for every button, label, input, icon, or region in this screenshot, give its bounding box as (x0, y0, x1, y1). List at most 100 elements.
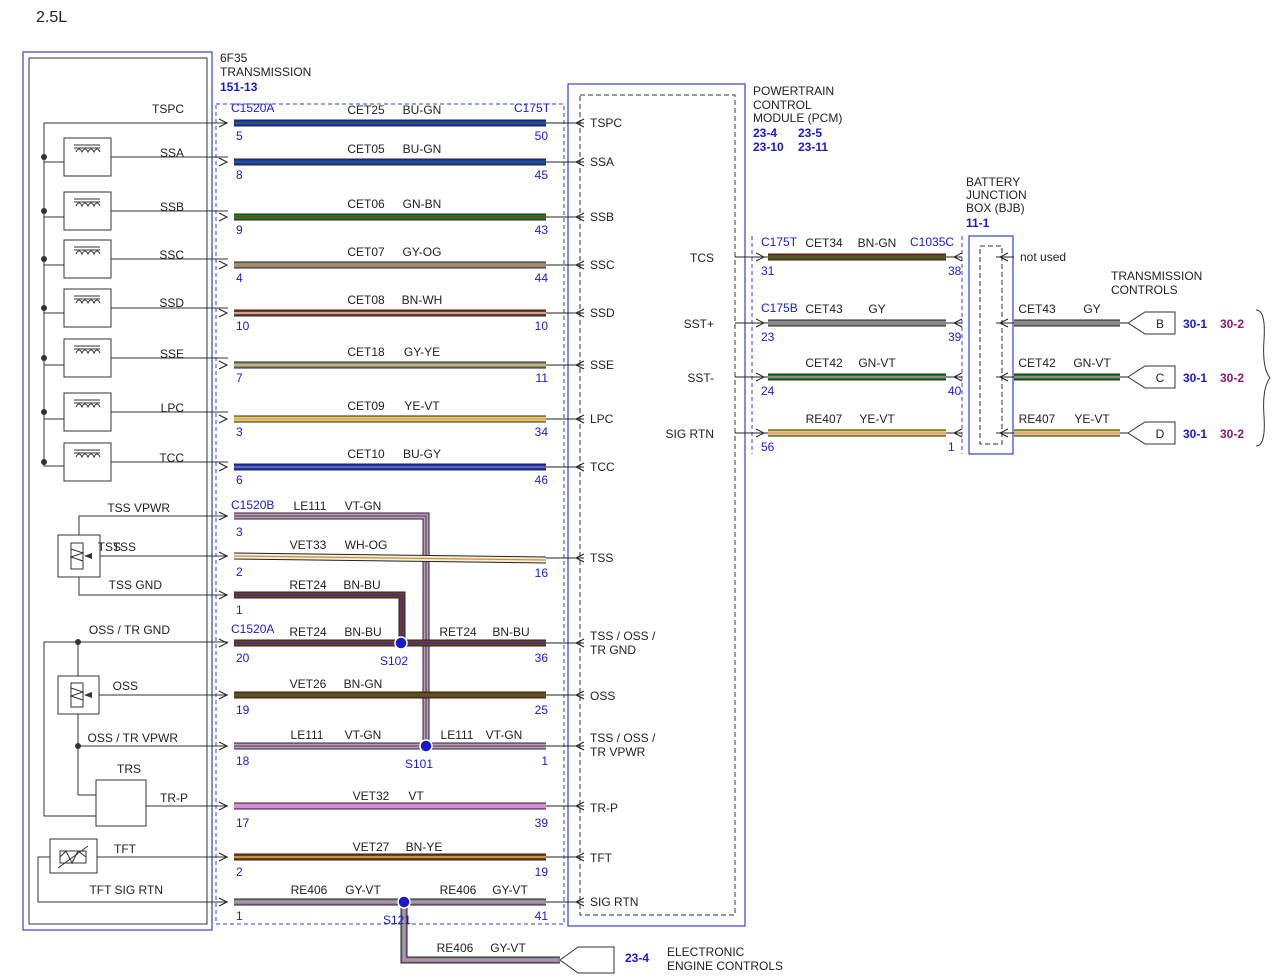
wire-circuit-label: VET27 (353, 840, 390, 854)
pcm-ref-1: 23-4 (753, 126, 777, 140)
wire-color-label: GY-VT (490, 941, 526, 955)
bjb-ref: 11-1 (966, 216, 990, 230)
solenoid-box (63, 288, 112, 328)
pin-b-label: 34 (535, 425, 549, 439)
eec-label: ELECTRONIC (667, 945, 745, 959)
left-signal-label: TSS VPWR (107, 501, 170, 515)
connector-arrow (218, 157, 229, 167)
pin-b-label: 10 (535, 319, 549, 333)
connector-label: C175T (761, 235, 798, 249)
wire-color-label: BN-GN (344, 677, 383, 691)
pcm-pin-label: SSA (590, 155, 614, 169)
wire-color-label: BN-BU (344, 625, 381, 639)
oss-vpwr-node (75, 743, 81, 749)
pin-a-label: 5 (236, 129, 243, 143)
bjb-name-3: BOX (BJB) (966, 201, 1025, 215)
pcm-pin-label: TR GND (590, 643, 636, 657)
pcm-pin-label: SIG RTN (590, 895, 638, 909)
wire-circuit-label: CET05 (347, 142, 385, 156)
pcm-ref-3: 23-10 (753, 140, 784, 154)
pin-a-label: 2 (236, 565, 243, 579)
pin-a-label: 31 (761, 264, 775, 278)
pcm-right-pin-label: SST- (687, 371, 714, 385)
trans-controls-1: TRANSMISSION (1111, 269, 1202, 283)
bjb-name-1: BATTERY (966, 175, 1020, 189)
connector-label: C1520A (231, 622, 274, 636)
wire-color-label: WH-OG (345, 538, 388, 552)
controls-brace (1255, 309, 1271, 447)
pin-b-label: 46 (535, 473, 549, 487)
pin-a-label: 3 (236, 425, 243, 439)
splice-node (397, 895, 411, 909)
pin-b-label: 50 (535, 129, 549, 143)
solenoid-box (63, 392, 112, 432)
pcm-pin-label: TCC (590, 460, 615, 474)
bus-node (41, 355, 47, 361)
connector-arrow (218, 638, 229, 648)
pin-b-label: 45 (535, 168, 549, 182)
pcm-name-3: MODULE (PCM) (753, 111, 842, 125)
left-signal-label: TCC (159, 451, 184, 465)
pcm-pin-label: TR VPWR (590, 745, 646, 759)
wire-circuit-label: CET06 (347, 197, 385, 211)
bjb-box (968, 235, 1014, 455)
wire-circuit-label: CET25 (347, 103, 385, 117)
bus-node (41, 256, 47, 262)
tft-box (49, 838, 98, 874)
left-signal-label: SSE (160, 347, 184, 361)
wire-circuit-label: CET18 (347, 345, 385, 359)
bjb-name-2: JUNCTION (966, 188, 1027, 202)
bus-node (41, 208, 47, 214)
connector-arrow (218, 308, 229, 318)
wire-color-label: BU-GN (403, 103, 442, 117)
xref-purple: 30-2 (1220, 317, 1244, 331)
pin-a-label: 7 (236, 371, 243, 385)
left-signal-label: TFT (114, 842, 137, 856)
pin-a-label: 8 (236, 168, 243, 182)
trans-ref: 151-13 (220, 80, 258, 94)
wire-color-label: GY-VT (492, 883, 528, 897)
wire-color-label: GY-VT (345, 883, 381, 897)
pin-a-label: 56 (761, 440, 775, 454)
control-connector (1127, 311, 1176, 335)
xref-purple: 30-2 (1220, 427, 1244, 441)
pcm-right-pin-label: SST+ (684, 317, 714, 331)
pin-b-label: 19 (535, 865, 549, 879)
wire-circuit-label: LE111 (291, 728, 324, 742)
wire-color-label: YE-VT (404, 399, 440, 413)
pin-a-label: 20 (236, 651, 250, 665)
trans-controls-2: CONTROLS (1111, 283, 1178, 297)
wire-circuit-label: CET09 (347, 399, 385, 413)
oss-sensor-box (57, 675, 100, 715)
pin-b-label: 1 (541, 754, 548, 768)
connector-label: C175T (514, 101, 551, 115)
wire-color-label: GY-OG (403, 245, 442, 259)
wire-color-label: GN-VT (858, 356, 896, 370)
pin-a-label: 1 (236, 603, 243, 617)
pin-b-label: 39 (948, 330, 962, 344)
wire-circuit-label: RET24 (289, 625, 327, 639)
pcm-pin-label: SSE (590, 358, 614, 372)
wire-color-label: BN-YE (406, 840, 443, 854)
connector-arrow (218, 212, 229, 222)
pin-a-label: 6 (236, 473, 243, 487)
pin-a-label: 23 (761, 330, 775, 344)
wire-circuit-label: CET07 (347, 245, 385, 259)
wire-circuit-label: CET42 (805, 356, 843, 370)
wire-color-label: BU-GY (403, 447, 441, 461)
bjb-not-used: not used (1020, 250, 1066, 264)
pin-a-label: 17 (236, 816, 250, 830)
left-signal-label: SSC (159, 248, 184, 262)
bus-node (41, 459, 47, 465)
pcm-name-2: CONTROL (753, 98, 812, 112)
wire-color-label: BN-BU (492, 625, 529, 639)
wire-circuit-label: RE407 (806, 412, 843, 426)
left-signal-label: OSS (113, 679, 138, 693)
pcm-pin-label: TSPC (590, 116, 622, 130)
connector-label: C1520A (231, 101, 274, 115)
pin-a-label: 9 (236, 223, 243, 237)
pin-b-label: 39 (535, 816, 549, 830)
pcm-pin-label: SSC (590, 258, 615, 272)
wire-color-label: GN-BN (403, 197, 442, 211)
wire-circuit-label: VET33 (290, 538, 327, 552)
